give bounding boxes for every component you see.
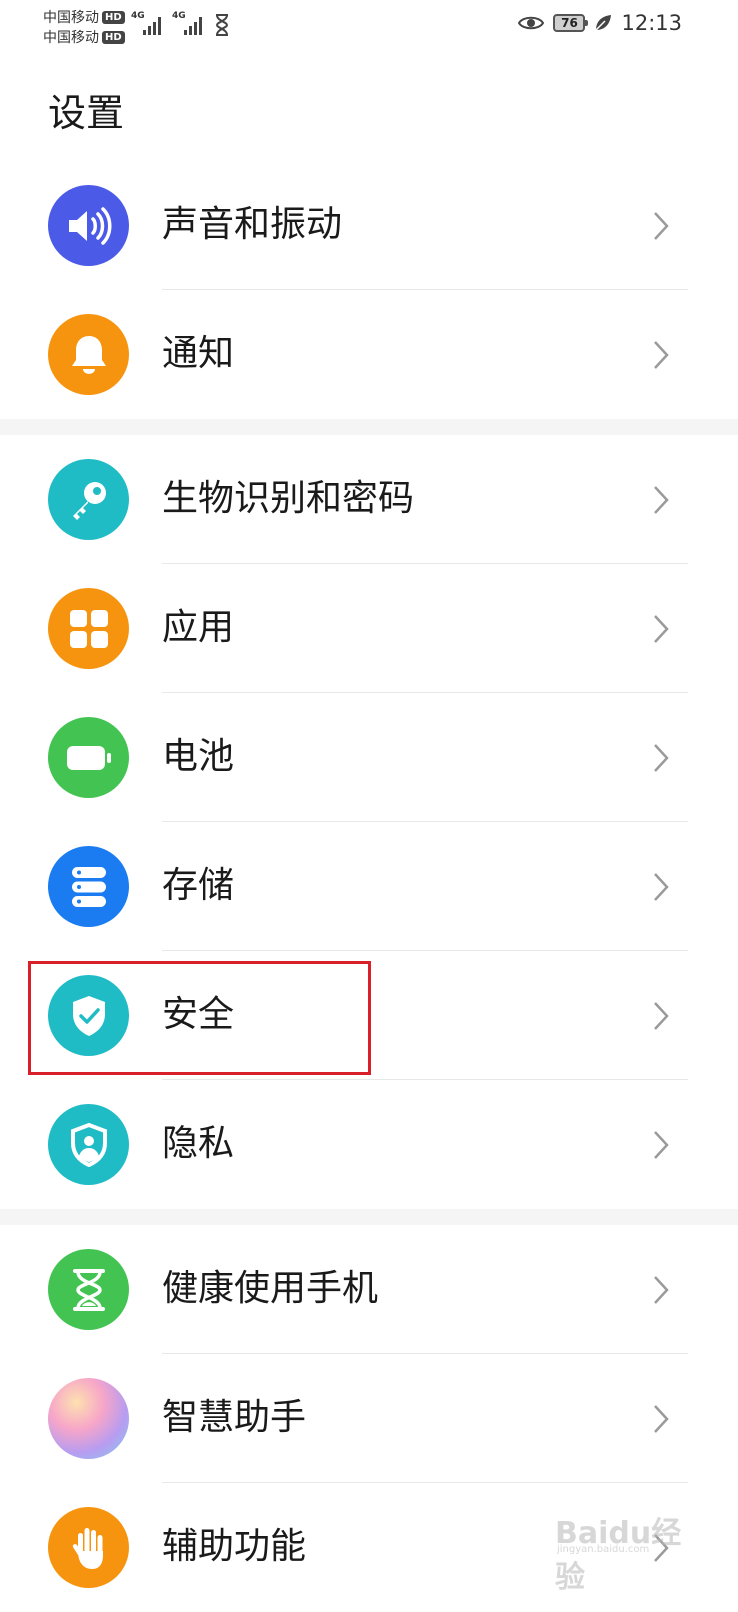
gradient-orb-icon bbox=[48, 1378, 129, 1459]
hd-badge: HD bbox=[102, 30, 125, 44]
shield-user-icon bbox=[48, 1104, 129, 1185]
chevron-right-icon bbox=[654, 1131, 669, 1159]
watermark: Baidu经验 jingyan.baidu.com bbox=[555, 1500, 695, 1595]
watermark-url: jingyan.baidu.com bbox=[557, 1544, 650, 1555]
carrier-2-name: 中国移动 bbox=[43, 30, 99, 46]
hourglass-icon bbox=[215, 14, 229, 36]
setting-row-biometrics[interactable]: 生物识别和密码 bbox=[0, 435, 738, 564]
highlight-box bbox=[28, 961, 371, 1075]
setting-row-sound[interactable]: 声音和振动 bbox=[0, 161, 738, 290]
eye-icon bbox=[518, 16, 545, 30]
grid-icon bbox=[48, 588, 129, 669]
chevron-right-icon bbox=[654, 486, 669, 514]
group-separator bbox=[0, 1209, 738, 1225]
chevron-right-icon bbox=[654, 1276, 669, 1304]
setting-label: 生物识别和密码 bbox=[162, 478, 415, 519]
signal-1: 4G bbox=[131, 11, 167, 41]
bell-icon bbox=[48, 314, 129, 395]
chevron-right-icon bbox=[654, 341, 669, 369]
signal-2: 4G bbox=[172, 11, 208, 41]
setting-label: 智慧助手 bbox=[162, 1397, 307, 1438]
group-separator bbox=[0, 419, 738, 435]
hourglass-icon bbox=[48, 1249, 129, 1330]
leaf-icon bbox=[595, 15, 612, 31]
setting-label: 健康使用手机 bbox=[162, 1268, 379, 1309]
clock: 12:13 bbox=[621, 11, 682, 35]
chevron-right-icon bbox=[654, 615, 669, 643]
setting-label: 通知 bbox=[162, 333, 235, 374]
chevron-right-icon bbox=[654, 212, 669, 240]
network-type-2: 4G bbox=[172, 11, 186, 21]
setting-row-assistant[interactable]: 智慧助手 bbox=[0, 1354, 738, 1483]
setting-label: 隐私 bbox=[162, 1123, 235, 1164]
setting-row-storage[interactable]: 存储 bbox=[0, 822, 738, 951]
setting-row-apps[interactable]: 应用 bbox=[0, 564, 738, 693]
carrier-1-name: 中国移动 bbox=[43, 10, 99, 26]
chevron-right-icon bbox=[654, 744, 669, 772]
setting-label: 电池 bbox=[162, 736, 235, 777]
speaker-icon bbox=[48, 185, 129, 266]
carrier-info: 中国移动 HD 中国移动 HD bbox=[43, 7, 125, 47]
setting-label: 应用 bbox=[162, 607, 235, 648]
hand-icon bbox=[48, 1507, 129, 1588]
battery-indicator: 76 bbox=[553, 14, 589, 32]
chevron-right-icon bbox=[654, 1002, 669, 1030]
setting-row-battery[interactable]: 电池 bbox=[0, 693, 738, 822]
setting-label: 存储 bbox=[162, 865, 235, 906]
chevron-right-icon bbox=[654, 1405, 669, 1433]
storage-icon bbox=[48, 846, 129, 927]
status-right: 76 12:13 bbox=[518, 11, 682, 35]
chevron-right-icon bbox=[654, 873, 669, 901]
page-title: 设置 bbox=[48, 91, 125, 135]
battery-icon bbox=[48, 717, 129, 798]
setting-label: 声音和振动 bbox=[162, 204, 343, 245]
setting-row-digital-balance[interactable]: 健康使用手机 bbox=[0, 1225, 738, 1354]
setting-label: 辅助功能 bbox=[162, 1526, 307, 1567]
network-type-1: 4G bbox=[131, 11, 145, 21]
key-icon bbox=[48, 459, 129, 540]
status-bar: 中国移动 HD 中国移动 HD 4G 4G 76 12:13 bbox=[0, 0, 738, 52]
setting-row-privacy[interactable]: 隐私 bbox=[0, 1080, 738, 1209]
setting-row-notifications[interactable]: 通知 bbox=[0, 290, 738, 419]
hd-badge: HD bbox=[102, 10, 125, 24]
